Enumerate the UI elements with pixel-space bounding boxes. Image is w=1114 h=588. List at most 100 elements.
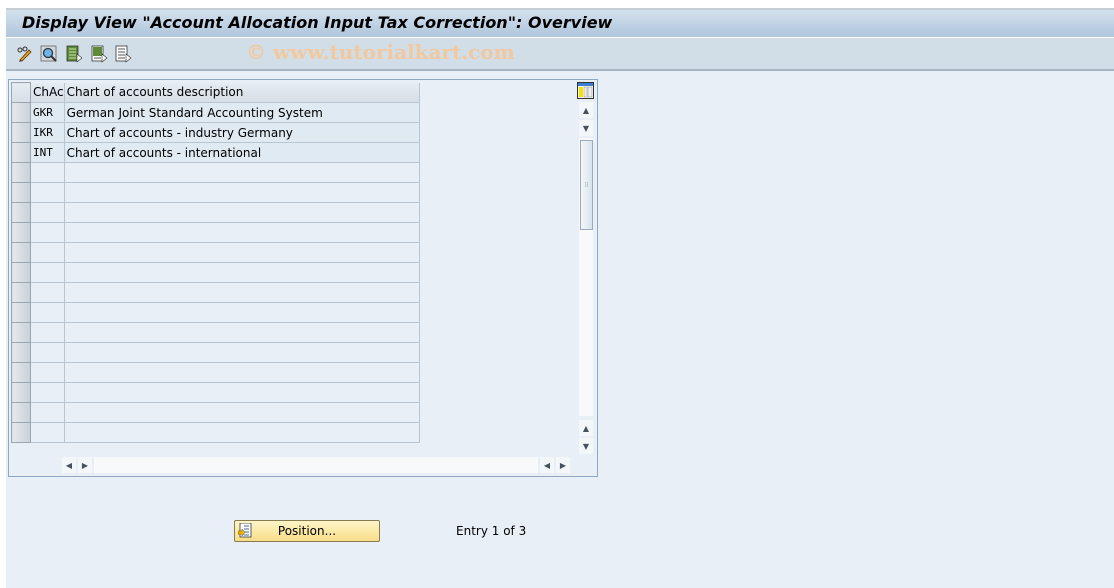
cell-chart-of-accounts	[30, 262, 65, 283]
cell-chart-of-accounts	[30, 162, 65, 183]
table-header-row: ChAc Chart of accounts description	[11, 82, 420, 103]
row-selector[interactable]	[11, 262, 31, 283]
column-header-description[interactable]: Chart of accounts description	[64, 82, 420, 103]
table-row[interactable]: IKR Chart of accounts - industry Germany	[11, 122, 420, 143]
cell-chart-of-accounts	[30, 362, 65, 383]
scroll-left-end-button[interactable]: ◀	[540, 457, 554, 473]
horizontal-scrollbar[interactable]: ◀ ▶ ◀ ▶	[62, 457, 570, 473]
cell-description	[64, 162, 420, 183]
row-selector[interactable]	[11, 402, 31, 423]
table-row[interactable]: INT Chart of accounts - international	[11, 142, 420, 163]
table-row[interactable]	[11, 262, 420, 283]
row-selector[interactable]	[11, 302, 31, 323]
table-row[interactable]	[11, 242, 420, 263]
horizontal-scroll-track[interactable]	[94, 457, 538, 473]
cell-chart-of-accounts	[30, 202, 65, 223]
scroll-right-end-button[interactable]: ▶	[556, 457, 570, 473]
cell-chart-of-accounts	[30, 422, 65, 443]
cell-description	[64, 382, 420, 403]
cell-description[interactable]: Chart of accounts - industry Germany	[64, 122, 420, 143]
table-row[interactable]	[11, 362, 420, 383]
row-selector[interactable]	[11, 102, 31, 123]
cell-chart-of-accounts[interactable]: INT	[30, 142, 65, 163]
cell-chart-of-accounts	[30, 322, 65, 343]
table-row[interactable]	[11, 322, 420, 343]
cell-description	[64, 402, 420, 423]
cell-chart-of-accounts	[30, 282, 65, 303]
cell-description	[64, 322, 420, 343]
cell-chart-of-accounts	[30, 182, 65, 203]
position-button[interactable]: Position...	[234, 520, 380, 542]
row-selector[interactable]	[11, 242, 31, 263]
cell-chart-of-accounts	[30, 382, 65, 403]
cell-description	[64, 262, 420, 283]
cell-chart-of-accounts	[30, 342, 65, 363]
table-row[interactable]	[11, 342, 420, 363]
sap-window: Display View "Account Allocation Input T…	[6, 8, 1114, 588]
table-row[interactable]	[11, 202, 420, 223]
cell-chart-of-accounts[interactable]: GKR	[30, 102, 65, 123]
cell-chart-of-accounts	[30, 222, 65, 243]
cell-description	[64, 422, 420, 443]
column-header-chac[interactable]: ChAc	[30, 82, 65, 103]
entry-status: Entry 1 of 3	[456, 524, 527, 538]
row-selector[interactable]	[11, 362, 31, 383]
row-selector[interactable]	[11, 342, 31, 363]
deselect-all-icon[interactable]	[114, 45, 132, 63]
data-table: ChAc Chart of accounts description GKR Ge…	[11, 82, 420, 443]
select-block-icon[interactable]	[90, 45, 108, 63]
table-row[interactable]	[11, 182, 420, 203]
cell-description	[64, 282, 420, 303]
scroll-up-button[interactable]: ▲	[579, 102, 593, 118]
table-row[interactable]	[11, 282, 420, 303]
cell-description	[64, 222, 420, 243]
page-title: Display View "Account Allocation Input T…	[22, 13, 613, 32]
cell-description	[64, 242, 420, 263]
cell-description	[64, 202, 420, 223]
select-all-icon[interactable]	[65, 45, 83, 63]
table-control: ChAc Chart of accounts description GKR Ge…	[8, 79, 598, 477]
scroll-page-up-button[interactable]: ▲	[579, 420, 593, 436]
position-button-label: Position...	[277, 524, 337, 538]
cell-chart-of-accounts	[30, 302, 65, 323]
scroll-page-down-button[interactable]: ▼	[579, 438, 593, 454]
column-settings-icon[interactable]	[577, 82, 594, 99]
title-bar: Display View "Account Allocation Input T…	[6, 8, 1114, 38]
row-selector[interactable]	[11, 122, 31, 143]
find-icon[interactable]	[40, 45, 58, 63]
cell-chart-of-accounts[interactable]: IKR	[30, 122, 65, 143]
row-selector[interactable]	[11, 382, 31, 403]
cell-description	[64, 342, 420, 363]
application-toolbar: © www.tutorialkart.com	[6, 38, 1114, 71]
row-selector[interactable]	[11, 142, 31, 163]
row-selector[interactable]	[11, 322, 31, 343]
row-selector[interactable]	[11, 422, 31, 443]
vertical-scrollbar[interactable]: ▲ ▼ ⁞⁞ ▲ ▼	[579, 102, 593, 454]
row-selector[interactable]	[11, 222, 31, 243]
table-row[interactable]	[11, 162, 420, 183]
scroll-left-button[interactable]: ◀	[62, 457, 76, 473]
table-row[interactable]	[11, 382, 420, 403]
table-row[interactable]	[11, 402, 420, 423]
row-selector[interactable]	[11, 202, 31, 223]
table-row[interactable]	[11, 422, 420, 443]
cell-description[interactable]: Chart of accounts - international	[64, 142, 420, 163]
row-selector[interactable]	[11, 162, 31, 183]
cell-chart-of-accounts	[30, 402, 65, 423]
cell-chart-of-accounts	[30, 242, 65, 263]
scroll-right-button[interactable]: ▶	[78, 457, 92, 473]
select-all-rows-button[interactable]	[11, 82, 31, 103]
watermark: © www.tutorialkart.com	[246, 40, 515, 64]
display-change-icon[interactable]	[16, 45, 34, 63]
cell-description	[64, 182, 420, 203]
row-selector[interactable]	[11, 282, 31, 303]
scroll-thumb[interactable]: ⁞⁞	[580, 140, 593, 230]
table-row[interactable]	[11, 222, 420, 243]
scroll-down-button[interactable]: ▼	[579, 120, 593, 136]
cell-description[interactable]: German Joint Standard Accounting System	[64, 102, 420, 123]
row-selector[interactable]	[11, 182, 31, 203]
table-row[interactable]	[11, 302, 420, 323]
cell-description	[64, 362, 420, 383]
cell-description	[64, 302, 420, 323]
table-row[interactable]: GKR German Joint Standard Accounting Syst…	[11, 102, 420, 123]
